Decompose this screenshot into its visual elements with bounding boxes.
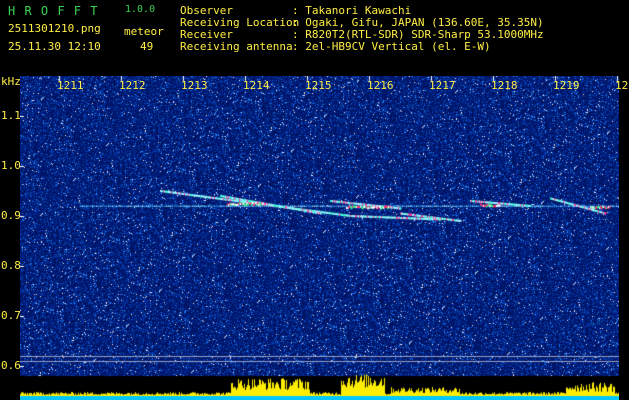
y-tick-label: 0.7 [1,309,21,322]
right-margin [619,76,629,400]
x-tick-label: 1220 [615,79,629,92]
y-tick-label: 1.0 [1,159,21,172]
antenna-label: Receiving antenna [180,40,293,53]
app-logo: H R O F F T [8,4,99,18]
spectrogram-canvas [20,76,619,400]
x-tick-label: 1215 [305,79,332,92]
x-tick-label: 1213 [181,79,208,92]
x-tick-label: 1218 [491,79,518,92]
y-tick-label: 1.1 [1,109,21,122]
location-label: Receiving Location [180,16,300,29]
observer-value: : Takanori Kawachi [292,4,412,17]
x-tick-label: 1212 [119,79,146,92]
header-panel: H R O F F T 1.0.0 2511301210.png meteor … [0,0,629,76]
antenna-value: : 2el-HB9CV Vertical (el. E-W) [292,40,491,53]
location-value: : Ogaki, Gifu, JAPAN (136.60E, 35.35N) [292,16,544,29]
y-tick-label: 0.6 [1,359,21,372]
y-tick-label: 0.9 [1,209,21,222]
y-axis-panel: kHz 1.1 1.0 0.9 0.8 0.7 0.6 [0,75,21,400]
x-tick-label: 1211 [57,79,84,92]
x-tick-label: 1216 [367,79,394,92]
y-tick-label: 0.8 [1,259,21,272]
meteor-label: meteor [124,25,164,38]
spectrogram-panel: 1211 1212 1213 1214 1215 1216 1217 1218 1219 1220 [20,76,629,400]
x-tick-label: 1219 [553,79,580,92]
y-axis-unit: kHz [1,75,21,88]
app-version: 1.0.0 [125,4,156,15]
receiver-value: : R820T2(RTL-SDR) SDR-Sharp 53.1000MHz [292,28,544,41]
meteor-count: 49 [140,40,154,53]
observation-datetime: 25.11.30 12:10 [8,40,101,53]
observer-label: Observer [180,4,233,17]
x-tick-label: 1217 [429,79,456,92]
receiver-label: Receiver [180,28,233,41]
x-tick-label: 1214 [243,79,270,92]
image-filename: 2511301210.png [8,22,101,35]
